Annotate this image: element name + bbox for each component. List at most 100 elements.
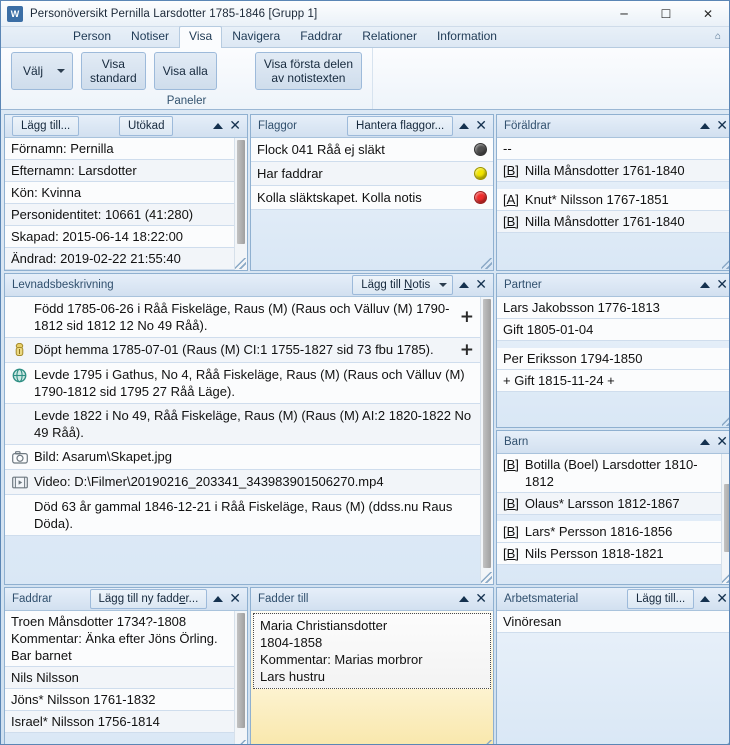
list-item[interactable]: Har faddrar: [251, 162, 493, 186]
expand-plus-icon[interactable]: +: [458, 309, 474, 326]
list-item[interactable]: Per Eriksson 1794-1850: [497, 348, 729, 370]
panel-close-icon[interactable]: ✕: [229, 119, 241, 133]
resize-grip[interactable]: [722, 572, 729, 583]
visa-standard-button[interactable]: Visa standard: [81, 52, 146, 90]
scrollbar-vertical[interactable]: [234, 611, 247, 744]
arbetsmaterial-add-button[interactable]: Lägg till...: [627, 589, 695, 609]
flag-dot-icon[interactable]: [474, 143, 487, 156]
list-item[interactable]: Kolla släktskapet. Kolla notis: [251, 186, 493, 210]
list-item[interactable]: Vinöresan: [497, 611, 729, 633]
collapse-icon[interactable]: [213, 596, 224, 602]
lagg-till-ny-fadder-button[interactable]: Lägg till ny fadder...: [89, 589, 208, 609]
list-item[interactable]: Lars Jakobsson 1776-1813: [497, 297, 729, 319]
collapse-icon[interactable]: [700, 439, 711, 445]
list-item[interactable]: Bild: Asarum\Skapet.jpg: [5, 445, 480, 470]
list-item[interactable]: [B] Lars* Persson 1816-1856: [497, 521, 721, 543]
list-item[interactable]: [A] Knut* Nilsson 1767-1851: [497, 189, 729, 211]
list-item[interactable]: Israel* Nilsson 1756-1814: [5, 711, 234, 733]
resize-grip[interactable]: [481, 740, 492, 744]
list-item[interactable]: Gift 1805-01-04: [497, 319, 729, 341]
resize-grip[interactable]: [235, 258, 246, 269]
expand-plus-icon[interactable]: +: [458, 342, 474, 359]
event-icon-placeholder: [11, 499, 28, 516]
list-item[interactable]: Död 63 år gammal 1846-12-21 i Råå Fiskel…: [5, 495, 480, 536]
scrollbar-vertical[interactable]: [721, 454, 729, 584]
close-icon[interactable]: ✕: [687, 1, 729, 27]
resize-grip[interactable]: [722, 415, 729, 426]
list-item[interactable]: Efternamn: Larsdotter: [5, 160, 234, 182]
list-item[interactable]: Personidentitet: 10661 (41:280): [5, 204, 234, 226]
tab-navigera[interactable]: Navigera: [222, 26, 290, 47]
chevron-down-icon[interactable]: [439, 283, 448, 287]
panel-close-icon[interactable]: ✕: [475, 278, 487, 292]
list-item[interactable]: [B] Olaus* Larsson 1812-1867: [497, 493, 721, 515]
tab-faddrar[interactable]: Faddrar: [290, 26, 352, 47]
panel-close-icon[interactable]: ✕: [229, 592, 241, 606]
resize-grip[interactable]: [722, 258, 729, 269]
collapse-icon[interactable]: [459, 282, 470, 288]
panel-close-icon[interactable]: ✕: [475, 119, 487, 133]
panel-close-icon[interactable]: ✕: [716, 592, 728, 606]
resize-grip[interactable]: [481, 572, 492, 583]
panel-close-icon[interactable]: ✕: [716, 119, 728, 133]
chevron-down-icon[interactable]: [57, 69, 65, 73]
list-item[interactable]: + Gift 1815-11-24 +: [497, 370, 729, 392]
collapse-icon[interactable]: [213, 123, 224, 129]
resize-grip[interactable]: [722, 740, 729, 744]
scrollbar-thumb[interactable]: [724, 484, 729, 552]
collapse-icon[interactable]: [700, 282, 711, 288]
person-add-button[interactable]: Lägg till...: [12, 116, 80, 136]
tab-visa[interactable]: Visa: [179, 26, 223, 48]
collapse-icon[interactable]: [459, 596, 470, 602]
list-item[interactable]: Jöns* Nilsson 1761-1832: [5, 689, 234, 711]
tab-person[interactable]: Person: [63, 26, 121, 47]
hantera-flaggor-button[interactable]: Hantera flaggor...: [347, 116, 454, 136]
right-column-stack: Partner ✕ Lars Jakobsson 1776-1813 Gift …: [496, 273, 729, 585]
tab-relationer[interactable]: Relationer: [352, 26, 427, 47]
visa-forsta-delen-button[interactable]: Visa första delen av notistexten: [254, 52, 363, 90]
panel-close-icon[interactable]: ✕: [716, 278, 728, 292]
list-item[interactable]: Levde 1822 i No 49, Råå Fiskeläge, Raus …: [5, 404, 480, 445]
resize-grip[interactable]: [235, 740, 246, 744]
list-item[interactable]: [B] Nilla Månsdotter 1761-1840: [497, 160, 729, 182]
list-item[interactable]: [B] Botilla (Boel) Larsdotter 1810-1812: [497, 454, 721, 493]
panel-close-icon[interactable]: ✕: [475, 592, 487, 606]
list-item[interactable]: Levde 1795 i Gathus, No 4, Råå Fiskeläge…: [5, 363, 480, 404]
panel-arbetsmaterial-header: Arbetsmaterial Lägg till... ✕: [497, 588, 729, 611]
help-icon[interactable]: ⌂: [715, 31, 721, 42]
list-item[interactable]: --: [497, 138, 729, 160]
resize-grip[interactable]: [481, 258, 492, 269]
scrollbar-vertical[interactable]: [480, 297, 493, 584]
list-item[interactable]: Video: D:\Filmer\20190216_203341_3439839…: [5, 470, 480, 495]
collapse-icon[interactable]: [700, 123, 711, 129]
list-item[interactable]: Troen Månsdotter 1734?-1808 Kommentar: Ä…: [5, 611, 234, 667]
lagg-till-notis-button[interactable]: Lägg till Notis: [352, 275, 454, 295]
list-item[interactable]: Ändrad: 2019-02-22 21:55:40: [5, 248, 234, 270]
scrollbar-thumb[interactable]: [237, 140, 245, 244]
scrollbar-thumb[interactable]: [237, 613, 245, 728]
collapse-icon[interactable]: [700, 596, 711, 602]
flag-dot-icon[interactable]: [474, 167, 487, 180]
scrollbar-thumb[interactable]: [483, 299, 491, 568]
tab-information[interactable]: Information: [427, 26, 507, 47]
list-item[interactable]: Kön: Kvinna: [5, 182, 234, 204]
list-item[interactable]: Döpt hemma 1785-07-01 (Raus (M) CI:1 175…: [5, 338, 480, 363]
minimize-icon[interactable]: ─: [603, 1, 645, 27]
scrollbar-vertical[interactable]: [234, 138, 247, 270]
valj-split-button[interactable]: Välj: [11, 52, 73, 90]
list-item[interactable]: Nils Nilsson: [5, 667, 234, 689]
tab-notiser[interactable]: Notiser: [121, 26, 179, 47]
list-item[interactable]: Förnamn: Pernilla: [5, 138, 234, 160]
person-extended-button[interactable]: Utökad: [119, 116, 174, 136]
collapse-icon[interactable]: [459, 123, 470, 129]
list-item[interactable]: Flock 041 Råå ej släkt: [251, 138, 493, 162]
list-item[interactable]: [B] Nils Persson 1818-1821: [497, 543, 721, 565]
flag-dot-icon[interactable]: [474, 191, 487, 204]
visa-alla-button[interactable]: Visa alla: [153, 52, 217, 90]
maximize-icon[interactable]: ☐: [645, 1, 687, 27]
list-item[interactable]: Skapad: 2015-06-14 18:22:00: [5, 226, 234, 248]
list-item[interactable]: Född 1785-06-26 i Råå Fiskeläge, Raus (M…: [5, 297, 480, 338]
fadder-till-entry[interactable]: Maria Christiansdotter 1804-1858 Komment…: [253, 613, 491, 689]
list-item[interactable]: [B] Nilla Månsdotter 1761-1840: [497, 211, 729, 233]
panel-close-icon[interactable]: ✕: [716, 435, 728, 449]
